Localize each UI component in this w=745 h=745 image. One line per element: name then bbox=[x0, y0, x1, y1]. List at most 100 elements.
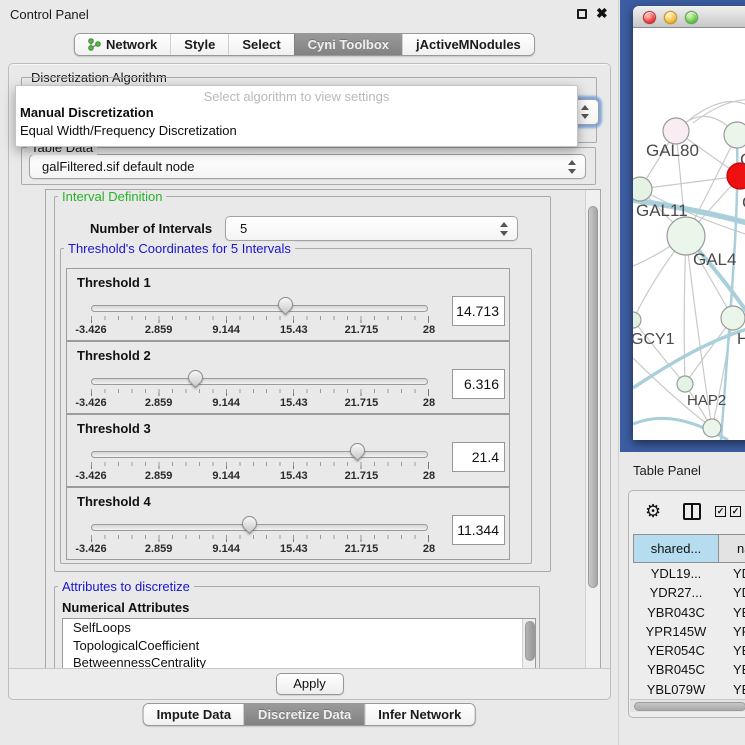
threshold-slider-track[interactable] bbox=[91, 451, 428, 458]
column-header-shared-name[interactable]: shared... bbox=[633, 534, 719, 563]
network-node[interactable] bbox=[677, 376, 693, 392]
tick-label: -3.426 bbox=[75, 543, 106, 555]
attribute-item[interactable]: TopologicalCoefficient bbox=[63, 637, 535, 655]
column-header-name[interactable]: na bbox=[719, 534, 745, 563]
control-panel: Control Panel ✖ Network Style Select Cyn… bbox=[0, 0, 619, 745]
network-canvas[interactable]: GAL80 GA GAL11 GAL4 GCY1 H HAP2 C bbox=[633, 28, 745, 440]
top-tab-bar: Network Style Select Cyni Toolbox jActiv… bbox=[74, 33, 535, 56]
tick-label: 9.144 bbox=[212, 397, 240, 409]
tick-label: 9.144 bbox=[212, 324, 240, 336]
cell-shared-name[interactable]: YBR045C bbox=[633, 660, 719, 679]
tab-discretize-data[interactable]: Discretize Data bbox=[244, 704, 364, 725]
tab-select[interactable]: Select bbox=[228, 34, 293, 55]
network-window-titlebar[interactable] bbox=[633, 6, 745, 28]
table-row[interactable]: YDR27...YDR2 bbox=[633, 583, 745, 602]
algorithm-dropdown-popup: Select algorithm to view settings Manual… bbox=[15, 85, 578, 147]
dropdown-option-equal-width[interactable]: Equal Width/Frequency Discretization bbox=[16, 122, 577, 140]
slider-tick-labels: -3.4262.8599.14415.4321.71528 bbox=[91, 324, 429, 337]
scrollbar-thumb[interactable] bbox=[634, 702, 745, 711]
tab-impute-data[interactable]: Impute Data bbox=[144, 704, 244, 725]
settings-scrollbar[interactable] bbox=[585, 190, 600, 668]
table-row[interactable]: YBL079WYBL0 bbox=[633, 680, 745, 699]
threshold-value-field[interactable]: 11.344 bbox=[452, 515, 505, 545]
number-of-intervals-combobox[interactable]: 5 bbox=[225, 216, 518, 241]
threshold-3-panel: Threshold 3 -3.4262.8599.14415.4321.7152… bbox=[66, 414, 510, 487]
tick-label: 2.859 bbox=[145, 543, 173, 555]
cell-shared-name[interactable]: YDL19... bbox=[633, 564, 719, 583]
list-scrollbar[interactable] bbox=[522, 619, 535, 669]
slider-tick-labels: -3.4262.8599.14415.4321.71528 bbox=[91, 543, 429, 556]
cell-name[interactable]: YDL1 bbox=[719, 564, 745, 583]
table-row[interactable]: YBR045CYBR0 bbox=[633, 660, 745, 679]
threshold-value-field[interactable]: 21.4 bbox=[452, 442, 505, 472]
table-row[interactable]: YER054CYER0 bbox=[633, 641, 745, 660]
table-panel-titlebar: Table Panel bbox=[620, 452, 745, 490]
cell-shared-name[interactable]: YBR043C bbox=[633, 603, 719, 622]
select-columns-icon[interactable]: ✓ bbox=[730, 506, 741, 517]
group-title-attributes: Attributes to discretize bbox=[58, 579, 194, 594]
network-node[interactable] bbox=[724, 122, 745, 148]
cell-shared-name[interactable]: YER054C bbox=[633, 641, 719, 660]
gear-icon[interactable]: ⚙ bbox=[645, 501, 661, 522]
table-row[interactable]: YPR145WYPR1 bbox=[633, 622, 745, 641]
select-columns-icon[interactable]: ✓ bbox=[715, 506, 726, 517]
tab-cyni-toolbox[interactable]: Cyni Toolbox bbox=[294, 34, 402, 55]
tab-style[interactable]: Style bbox=[170, 34, 228, 55]
tick-label: 28 bbox=[423, 397, 435, 409]
cell-name[interactable]: YER0 bbox=[719, 641, 745, 660]
tab-network[interactable]: Network bbox=[75, 34, 170, 55]
threshold-slider-track[interactable] bbox=[91, 524, 428, 531]
threshold-slider-track[interactable] bbox=[91, 378, 428, 385]
right-pane: GAL80 GA GAL11 GAL4 GCY1 H HAP2 C Table … bbox=[620, 0, 745, 745]
cell-shared-name[interactable]: YBL079W bbox=[633, 680, 719, 699]
table-toolbar: ⚙ ✓ ✓ bbox=[629, 491, 745, 533]
column-layout-icon[interactable] bbox=[683, 503, 701, 520]
tab-jactivemnodules[interactable]: jActiveMNodules bbox=[402, 34, 534, 55]
tab-infer-network[interactable]: Infer Network bbox=[364, 704, 474, 725]
settings-scroll-area: Interval Definition Number of Intervals … bbox=[45, 189, 601, 669]
table-data-value: galFiltered.sif default node bbox=[30, 159, 585, 174]
minimize-traffic-light-icon[interactable] bbox=[664, 11, 677, 24]
threshold-value-field[interactable]: 14.713 bbox=[452, 296, 505, 326]
tick-label: 15.43 bbox=[280, 543, 308, 555]
cell-shared-name[interactable]: YPR145W bbox=[633, 622, 719, 641]
slider-minor-ticks bbox=[91, 316, 423, 320]
table-data-combobox[interactable]: galFiltered.sif default node bbox=[29, 154, 586, 179]
float-window-icon[interactable] bbox=[577, 9, 587, 19]
table-row[interactable]: YDL19...YDL1 bbox=[633, 564, 745, 583]
apply-button[interactable]: Apply bbox=[276, 673, 344, 695]
cell-name[interactable]: YBR0 bbox=[719, 603, 745, 622]
bottom-tab-bar: Impute Data Discretize Data Infer Networ… bbox=[143, 703, 476, 726]
tick-label: 28 bbox=[423, 470, 435, 482]
close-traffic-light-icon[interactable] bbox=[643, 11, 656, 24]
tick-label: 15.43 bbox=[280, 470, 308, 482]
cell-name[interactable]: YBR0 bbox=[719, 660, 745, 679]
tick-label: 9.144 bbox=[212, 470, 240, 482]
table-row[interactable]: YBR043CYBR0 bbox=[633, 603, 745, 622]
threshold-1-panel: Threshold 1 -3.4262.8599.14415.4321.7152… bbox=[66, 268, 510, 341]
cell-name[interactable]: YPR1 bbox=[719, 622, 745, 641]
apply-band: Apply bbox=[9, 668, 610, 699]
close-icon[interactable]: ✖ bbox=[596, 5, 608, 22]
tick-label: 9.144 bbox=[212, 543, 240, 555]
threshold-value-field[interactable]: 6.316 bbox=[452, 369, 505, 399]
network-view-window[interactable]: GAL80 GA GAL11 GAL4 GCY1 H HAP2 C bbox=[633, 6, 745, 440]
combo-stepper-icon bbox=[581, 105, 590, 119]
tick-label: 21.715 bbox=[345, 324, 379, 336]
network-node[interactable] bbox=[721, 306, 745, 330]
network-node[interactable] bbox=[633, 177, 652, 201]
node-label-partial: GA bbox=[740, 150, 745, 170]
cell-shared-name[interactable]: YDR27... bbox=[633, 583, 719, 602]
threshold-slider-track[interactable] bbox=[91, 305, 428, 312]
attribute-item[interactable]: BetweennessCentrality bbox=[63, 654, 535, 669]
tab-label: Network bbox=[106, 37, 157, 52]
network-node[interactable] bbox=[703, 419, 721, 437]
dropdown-option-manual[interactable]: Manual Discretization bbox=[16, 104, 577, 122]
scrollbar-thumb[interactable] bbox=[588, 206, 598, 588]
attribute-item[interactable]: SelfLoops bbox=[63, 619, 535, 637]
cell-name[interactable]: YDR2 bbox=[719, 583, 745, 602]
network-node[interactable] bbox=[633, 312, 641, 328]
horizontal-scrollbar[interactable] bbox=[630, 699, 745, 712]
zoom-traffic-light-icon[interactable] bbox=[685, 11, 698, 24]
cell-name[interactable]: YBL0 bbox=[719, 680, 745, 699]
